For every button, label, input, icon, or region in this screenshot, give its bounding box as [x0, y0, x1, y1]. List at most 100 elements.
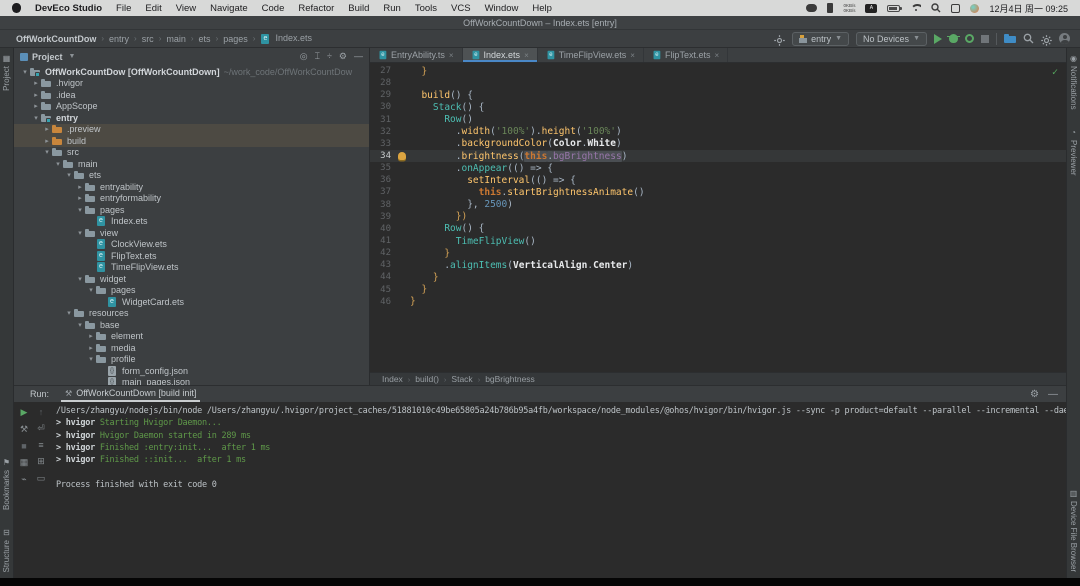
tree-item-media[interactable]: ▸media: [14, 342, 369, 354]
tree-item-clockview-ets[interactable]: ClockView.ets: [14, 239, 369, 251]
code-line-35[interactable]: 35 .onAppear(() => {: [370, 162, 1066, 174]
editor-breadcrumb-stack[interactable]: Stack: [451, 374, 472, 384]
tree-item-fliptext-ets[interactable]: FlipText.ets: [14, 250, 369, 262]
tree-chevron-open-icon[interactable]: ▾: [53, 160, 63, 168]
tree-chevron-closed-icon[interactable]: ▸: [75, 194, 85, 202]
sync-settings-icon[interactable]: [774, 33, 785, 44]
tree-chevron-open-icon[interactable]: ▾: [42, 148, 52, 156]
tree-chevron-open-icon[interactable]: ▾: [86, 355, 96, 363]
tree-item-build[interactable]: ▸build: [14, 135, 369, 147]
debug-button[interactable]: [949, 34, 958, 43]
control-center-icon[interactable]: [951, 4, 960, 13]
tree-chevron-closed-icon[interactable]: ▸: [86, 344, 96, 352]
menu-help[interactable]: Help: [532, 3, 552, 14]
breadcrumb-offworkcountdow[interactable]: OffWorkCountDow: [16, 34, 96, 44]
breadcrumb-index-ets[interactable]: Index.ets: [260, 33, 312, 44]
code-line-45[interactable]: 45 }: [370, 284, 1066, 296]
code-line-40[interactable]: 40 Row() {: [370, 223, 1066, 235]
toolwindow-button-structure[interactable]: ⊟Structure: [2, 528, 11, 572]
clear-all-icon[interactable]: ▭: [37, 473, 46, 484]
apple-menu-icon[interactable]: [12, 3, 21, 13]
code-line-29[interactable]: 29 build() {: [370, 89, 1066, 101]
search-everywhere-icon[interactable]: [1023, 33, 1034, 44]
collapse-all-icon[interactable]: ÷: [327, 51, 332, 62]
menu-tools[interactable]: Tools: [415, 3, 437, 14]
tree-item-resources[interactable]: ▾resources: [14, 308, 369, 320]
stop-icon[interactable]: ■: [21, 441, 26, 451]
input-source-icon[interactable]: A: [865, 4, 877, 13]
editor-breadcrumb-index[interactable]: Index: [382, 374, 403, 384]
settings-icon[interactable]: ⚙: [1030, 389, 1039, 400]
menu-run[interactable]: Run: [383, 3, 400, 14]
tree-chevron-closed-icon[interactable]: ▸: [31, 102, 41, 110]
avatar[interactable]: [1059, 33, 1070, 44]
tree-chevron-closed-icon[interactable]: ▸: [75, 183, 85, 191]
intention-bulb-icon[interactable]: [398, 152, 406, 160]
tree-item-src[interactable]: ▾src: [14, 147, 369, 159]
tree-item-pages[interactable]: ▾pages: [14, 285, 369, 297]
project-panel-title[interactable]: Project ▼: [20, 52, 75, 62]
code-line-39[interactable]: 39 }): [370, 211, 1066, 223]
code-line-30[interactable]: 30 Stack() {: [370, 101, 1066, 113]
menubar-app-icon-3[interactable]: [970, 4, 979, 13]
code-line-37[interactable]: 37 this.startBrightnessAnimate(): [370, 186, 1066, 198]
tree-chevron-closed-icon[interactable]: ▸: [86, 332, 96, 340]
run-console[interactable]: /Users/zhangyu/nodejs/bin/node /Users/zh…: [56, 405, 1066, 578]
tree-item-entry[interactable]: ▾entry: [14, 112, 369, 124]
device-file-browser-icon[interactable]: [1004, 34, 1016, 43]
toolwindow-button-device-file-browser[interactable]: ▥Device File Browser: [1069, 489, 1078, 572]
editor-breadcrumb-bgbrightness[interactable]: bgBrightness: [485, 374, 535, 384]
code-line-41[interactable]: 41 TimeFlipView(): [370, 235, 1066, 247]
code-line-33[interactable]: 33 .backgroundColor(Color.White): [370, 138, 1066, 150]
menu-navigate[interactable]: Navigate: [210, 3, 248, 14]
close-icon[interactable]: ×: [714, 51, 719, 60]
code-line-36[interactable]: 36 setInterval(() => {: [370, 174, 1066, 186]
tree-chevron-open-icon[interactable]: ▾: [75, 275, 85, 283]
hide-panel-icon[interactable]: —: [1048, 389, 1058, 400]
close-icon[interactable]: ×: [630, 51, 635, 60]
scroll-end-icon[interactable]: ≡: [38, 440, 43, 450]
tree-chevron-closed-icon[interactable]: ▸: [42, 125, 52, 133]
menu-edit[interactable]: Edit: [145, 3, 161, 14]
close-icon[interactable]: ×: [524, 51, 529, 60]
tree-item-widgetcard-ets[interactable]: WidgetCard.ets: [14, 296, 369, 308]
toolwindow-button-notifications[interactable]: ◉Notifications: [1069, 54, 1078, 110]
tree-chevron-open-icon[interactable]: ▾: [75, 229, 85, 237]
tree-item-widget[interactable]: ▾widget: [14, 273, 369, 285]
tree-item-view[interactable]: ▾view: [14, 227, 369, 239]
code-area[interactable]: ✓ 27 }2829 build() {30 Stack() {31 Row()…: [370, 63, 1066, 372]
tree-chevron-open-icon[interactable]: ▾: [86, 286, 96, 294]
menu-vcs[interactable]: VCS: [451, 3, 471, 14]
expand-all-icon[interactable]: ⌶: [315, 51, 320, 62]
run-config-select[interactable]: entry▼: [792, 32, 849, 46]
tree-chevron-open-icon[interactable]: ▾: [64, 171, 74, 179]
code-line-38[interactable]: 38 }, 2500): [370, 199, 1066, 211]
code-line-28[interactable]: 28: [370, 77, 1066, 89]
tree-chevron-closed-icon[interactable]: ▸: [31, 79, 41, 87]
editor-tab-index-ets[interactable]: Index.ets×: [463, 48, 538, 62]
toolwindow-button-bookmarks[interactable]: ⚑Bookmarks: [2, 458, 11, 510]
toolwindow-button-project[interactable]: ▦Project: [2, 54, 11, 91]
spotlight-search-icon[interactable]: [931, 3, 941, 13]
stop-button[interactable]: [981, 35, 989, 43]
up-stack-icon[interactable]: ↑: [39, 407, 44, 417]
editor-tab-timeflipview-ets[interactable]: TimeFlipView.ets×: [538, 48, 644, 62]
tree-item-main[interactable]: ▾main: [14, 158, 369, 170]
tree-item-main-pages-json[interactable]: main_pages.json: [14, 377, 369, 386]
net-speed-indicator[interactable]: 0KB/s0KB/s: [843, 3, 855, 13]
print-icon[interactable]: ⊞: [37, 456, 45, 467]
breadcrumb-main[interactable]: main: [166, 34, 186, 44]
inspection-ok-icon[interactable]: ✓: [1052, 67, 1058, 78]
menu-deveco-studio[interactable]: DevEco Studio: [35, 3, 102, 14]
tree-item-base[interactable]: ▾base: [14, 319, 369, 331]
tree-chevron-open-icon[interactable]: ▾: [20, 68, 30, 76]
wifi-icon[interactable]: [910, 4, 921, 12]
profiler-button[interactable]: [965, 34, 974, 43]
tree-item-entryformability[interactable]: ▸entryformability: [14, 193, 369, 205]
settings-icon[interactable]: ⚙: [339, 51, 347, 62]
settings-gear-icon[interactable]: [1041, 33, 1052, 44]
code-line-46[interactable]: 46}: [370, 296, 1066, 308]
close-icon[interactable]: ×: [449, 51, 454, 60]
menubar-app-icon-2[interactable]: [827, 3, 833, 13]
menu-code[interactable]: Code: [262, 3, 285, 14]
